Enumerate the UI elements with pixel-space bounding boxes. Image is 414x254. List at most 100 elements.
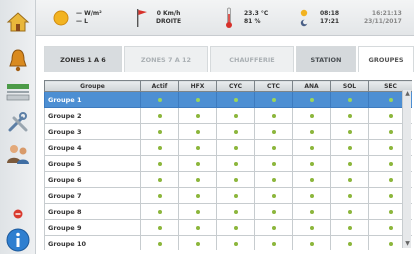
users-icon[interactable]: [4, 140, 32, 168]
col-ctc[interactable]: CTC: [254, 80, 293, 92]
col-actif[interactable]: Actif: [140, 80, 179, 92]
col-sol[interactable]: SOL: [330, 80, 369, 92]
status-cell: [178, 203, 217, 220]
table-row[interactable]: Groupe 2: [44, 107, 412, 124]
table-row[interactable]: Groupe 3: [44, 123, 412, 140]
table-row[interactable]: Groupe 5: [44, 155, 412, 172]
group-name: Groupe 2: [44, 107, 141, 124]
scroll-down-icon[interactable]: ▼: [403, 240, 412, 248]
col-groupe[interactable]: Groupe: [44, 80, 141, 92]
status-led-icon: [195, 161, 200, 166]
status-led-icon: [347, 193, 352, 198]
status-led-icon: [388, 97, 393, 102]
status-cell: [178, 235, 217, 250]
tools-icon[interactable]: [4, 108, 32, 136]
status-cell: [292, 187, 331, 204]
tab-zones-7-12[interactable]: ZONES 7 A 12: [124, 46, 208, 72]
status-led-icon: [233, 241, 238, 246]
status-led-icon: [347, 241, 352, 246]
status-cell: [292, 203, 331, 220]
home-icon[interactable]: [4, 8, 32, 36]
status-cell: [216, 123, 255, 140]
status-cell: [216, 235, 255, 250]
status-cell: [178, 123, 217, 140]
tab-chaufferie[interactable]: CHAUFFERIE: [210, 46, 294, 72]
tab-groupes[interactable]: GROUPES: [358, 46, 414, 72]
bell-icon[interactable]: [4, 46, 32, 74]
wind-flag-icon: [137, 9, 147, 27]
group-name: Groupe 1: [44, 91, 141, 108]
status-led-icon: [233, 209, 238, 214]
group-name: Groupe 8: [44, 203, 141, 220]
status-cell: [254, 123, 293, 140]
thermometer-icon: [226, 7, 232, 28]
status-cell: [216, 219, 255, 236]
sun-times-widget: 08:18 17:21: [300, 0, 339, 36]
status-led-icon: [195, 129, 200, 134]
status-led-icon: [309, 209, 314, 214]
status-led-icon: [271, 161, 276, 166]
status-led-icon: [388, 177, 393, 182]
group-name: Groupe 6: [44, 171, 141, 188]
col-ana[interactable]: ANA: [292, 80, 331, 92]
col-cyc[interactable]: CYC: [216, 80, 255, 92]
status-led-icon: [388, 145, 393, 150]
table-row[interactable]: Groupe 4: [44, 139, 412, 156]
status-cell: [216, 171, 255, 188]
status-led-icon: [271, 177, 276, 182]
group-name: Groupe 5: [44, 155, 141, 172]
scroll-up-icon[interactable]: ▲: [403, 90, 412, 98]
status-cell: [178, 219, 217, 236]
status-cell: [330, 187, 369, 204]
table-scrollbar[interactable]: ▲ ▼: [402, 90, 411, 248]
screen-icon[interactable]: [4, 78, 32, 106]
status-led-icon: [233, 177, 238, 182]
status-led-icon: [233, 193, 238, 198]
status-led-icon: [195, 241, 200, 246]
table-row[interactable]: Groupe 9: [44, 219, 412, 236]
status-cell: [330, 91, 369, 108]
group-name: Groupe 9: [44, 219, 141, 236]
status-led-icon: [157, 225, 162, 230]
table-row[interactable]: Groupe 6: [44, 171, 412, 188]
groups-table: Groupe Actif HFX CYC CTC ANA SOL SEC Gro…: [44, 80, 412, 250]
tab-zones-1-6[interactable]: ZONES 1 A 6: [44, 46, 122, 72]
col-hfx[interactable]: HFX: [178, 80, 217, 92]
status-led-icon: [347, 97, 352, 102]
status-led-icon: [309, 177, 314, 182]
status-cell: [292, 219, 331, 236]
group-name: Groupe 7: [44, 187, 141, 204]
status-led-icon: [309, 193, 314, 198]
status-cell: [292, 155, 331, 172]
status-cell: [140, 187, 179, 204]
info-icon[interactable]: [4, 226, 32, 254]
humidity: 81 %: [244, 18, 261, 25]
status-cell: [330, 139, 369, 156]
tab-bar: ZONES 1 A 6 ZONES 7 A 12 CHAUFFERIE STAT…: [44, 46, 414, 72]
status-led-icon: [157, 177, 162, 182]
status-led-icon: [347, 161, 352, 166]
status-cell: [254, 91, 293, 108]
status-cell: [140, 107, 179, 124]
status-led-icon: [388, 225, 393, 230]
table-row[interactable]: Groupe 7: [44, 187, 412, 204]
table-row[interactable]: Groupe 8: [44, 203, 412, 220]
status-led-icon: [157, 209, 162, 214]
status-cell: [216, 91, 255, 108]
status-cell: [178, 155, 217, 172]
status-cell: [140, 155, 179, 172]
status-led-icon: [271, 129, 276, 134]
table-row[interactable]: Groupe 10: [44, 235, 412, 250]
status-cell: [330, 107, 369, 124]
status-led-icon: [309, 161, 314, 166]
status-cell: [292, 171, 331, 188]
status-led-icon: [271, 225, 276, 230]
tab-station[interactable]: STATION: [296, 46, 356, 72]
status-cell: [140, 235, 179, 250]
table-row[interactable]: Groupe 1: [44, 91, 412, 108]
status-cell: [254, 187, 293, 204]
status-led-icon: [309, 241, 314, 246]
status-led-icon: [388, 209, 393, 214]
wind-widget: 0 Km/h DROITE: [136, 0, 181, 36]
status-cell: [292, 123, 331, 140]
